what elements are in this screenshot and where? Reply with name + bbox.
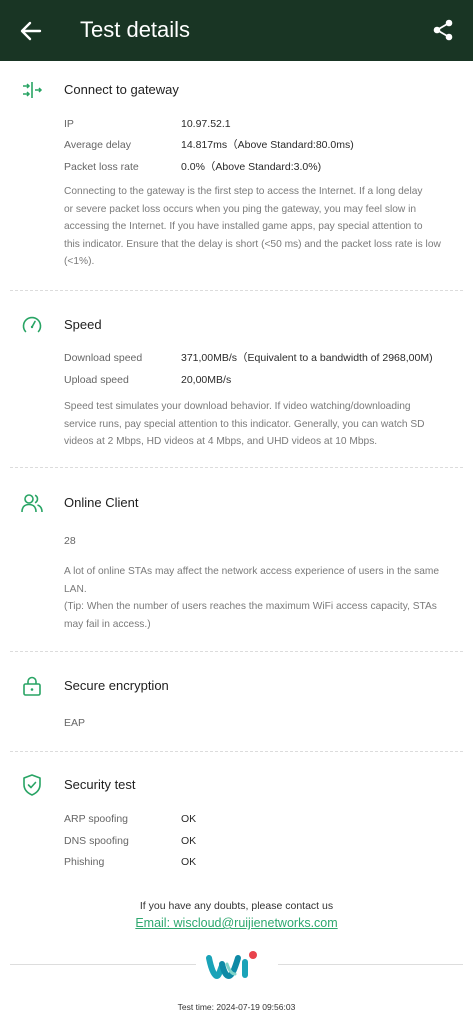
desc-line: (Tip: When the number of users reaches t… [64, 601, 437, 612]
arrow-left-icon [20, 21, 42, 41]
section-divider [10, 467, 463, 468]
encryption-value: EAP [64, 717, 86, 729]
section-title: Speed [64, 317, 102, 332]
phishing-value: OK [181, 856, 197, 868]
upload-speed-label: Upload speed [64, 374, 129, 386]
online-client-count: 28 [64, 535, 76, 547]
users-icon [20, 491, 44, 515]
footer-divider-left [10, 964, 196, 965]
speedometer-icon [20, 313, 44, 337]
desc-line: videos at 2 Mbps, HD videos at 4 Mbps, a… [64, 436, 378, 447]
share-button[interactable] [427, 14, 459, 46]
arp-spoofing-value: OK [181, 813, 197, 825]
phishing-label: Phishing [64, 856, 105, 868]
ip-value: 10.97.52.1 [181, 118, 231, 130]
back-button[interactable] [14, 14, 48, 48]
dns-spoofing-value: OK [181, 835, 197, 847]
speed-description: Speed test simulates your download behav… [64, 398, 456, 451]
upload-speed-value: 20,00MB/s [181, 374, 232, 386]
desc-line: this indicator. Ensure that the delay is… [64, 238, 441, 250]
desc-line: service runs, pay special attention to t… [64, 418, 425, 430]
arp-spoofing-label: ARP spoofing [64, 813, 129, 825]
section-divider [10, 651, 463, 652]
page-title: Test details [80, 17, 191, 42]
app-header: Test details [0, 0, 473, 61]
share-icon [433, 19, 453, 41]
clients-description: A lot of online STAs may affect the netw… [64, 563, 456, 633]
test-time: Test time: 2024-07-19 09:56:03 [177, 1002, 296, 1012]
download-speed-value: 371,00MB/s（Equivalent to a bandwidth of … [181, 352, 433, 364]
desc-line: accessing the Internet. If you have inst… [64, 221, 423, 232]
desc-line: A lot of online STAs may affect the netw… [64, 566, 440, 577]
section-divider [10, 751, 463, 752]
gateway-description: Connecting to the gateway is the first s… [64, 183, 456, 271]
desc-line: Speed test simulates your download behav… [64, 401, 411, 412]
gateway-connect-icon [20, 78, 44, 102]
packet-loss-value: 0.0%（Above Standard:3.0%) [181, 161, 322, 173]
desc-line: (<1%). [64, 256, 95, 267]
ip-label: IP [64, 118, 74, 130]
desc-line: may fail in access.) [64, 618, 151, 630]
desc-line: Connecting to the gateway is the first s… [64, 186, 423, 197]
section-divider [10, 290, 463, 291]
email-link[interactable]: Email: wiscloud@ruijienetworks.com [135, 916, 337, 930]
desc-line: or severe packet loss occurs when you pi… [64, 203, 417, 215]
section-title: Connect to gateway [64, 82, 179, 97]
contact-email: Email: wiscloud@ruijienetworks.com [0, 915, 473, 931]
packet-loss-label: Packet loss rate [64, 161, 139, 173]
contact-text: If you have any doubts, please contact u… [139, 900, 334, 912]
wi-logo-icon [206, 951, 257, 980]
average-delay-value: 14.817ms（Above Standard:80.0ms) [181, 139, 354, 151]
section-title: Online Client [64, 495, 139, 510]
shield-check-icon [20, 773, 44, 797]
download-speed-label: Download speed [64, 352, 143, 364]
dns-spoofing-label: DNS spoofing [64, 835, 129, 847]
desc-line: LAN. [64, 583, 87, 595]
section-title: Secure encryption [64, 678, 169, 693]
average-delay-label: Average delay [64, 139, 131, 151]
lock-icon [20, 674, 44, 698]
section-title: Security test [64, 777, 136, 792]
footer-divider-right [278, 964, 463, 965]
